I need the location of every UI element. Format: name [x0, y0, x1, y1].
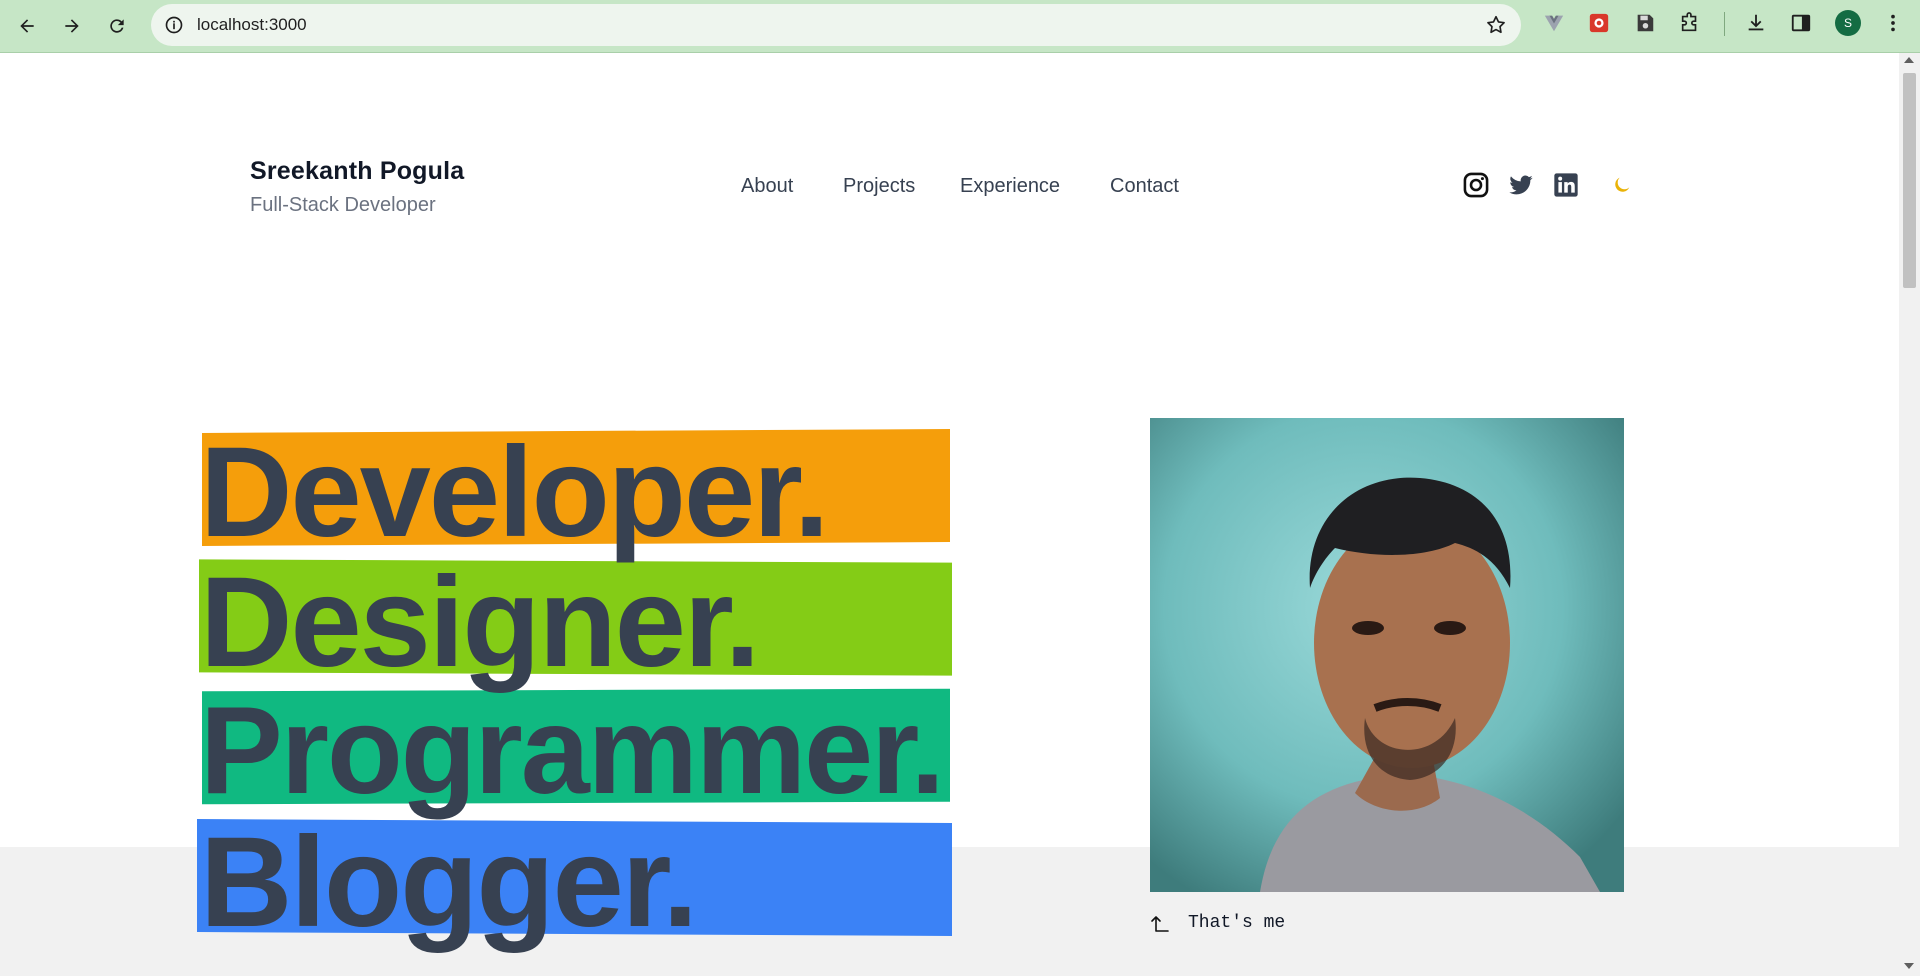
twitter-icon	[1509, 175, 1533, 195]
back-button[interactable]	[9, 8, 45, 44]
forward-icon	[65, 19, 79, 33]
hero-word-programmer: Programmer.	[200, 682, 945, 820]
puzzle-extensions-icon[interactable]	[1677, 10, 1703, 36]
brand-role: Full-Stack Developer	[250, 194, 436, 216]
scroll-down-arrow[interactable]	[1904, 963, 1914, 969]
toolbar-separator	[1724, 12, 1725, 36]
address-bar[interactable]: localhost:3000	[151, 4, 1521, 46]
vue-devtools-icon[interactable]	[1541, 10, 1567, 36]
forward-button[interactable]	[54, 8, 90, 44]
nav-experience[interactable]: Experience	[960, 175, 1060, 198]
hero-word-designer: Designer.	[200, 551, 760, 694]
hero-word-developer: Developer.	[200, 421, 829, 564]
browser-toolbar: localhost:3000 S	[0, 0, 1920, 53]
side-panel-icon[interactable]	[1788, 10, 1814, 36]
caption-text: That's me	[1188, 913, 1286, 933]
instagram-icon	[1463, 172, 1489, 198]
scroll-up-arrow[interactable]	[1904, 57, 1914, 63]
scroll-thumb[interactable]	[1903, 73, 1916, 288]
reload-button[interactable]	[99, 8, 135, 44]
profile-avatar[interactable]: S	[1835, 10, 1861, 36]
nav-projects[interactable]: Projects	[843, 175, 915, 198]
linkedin-icon	[1554, 173, 1578, 197]
save-icon[interactable]	[1632, 10, 1658, 36]
brand-name[interactable]: Sreekanth Pogula	[250, 157, 464, 186]
vertical-scrollbar[interactable]	[1899, 53, 1920, 976]
instagram-link[interactable]	[1462, 171, 1490, 204]
linkedin-link[interactable]	[1552, 171, 1580, 204]
twitter-link[interactable]	[1507, 171, 1535, 204]
photo-caption: That's me	[1150, 913, 1285, 933]
theme-toggle[interactable]	[1611, 174, 1633, 201]
url-text[interactable]: localhost:3000	[197, 15, 307, 35]
site-info-icon[interactable]	[163, 14, 185, 36]
profile-photo	[1150, 418, 1624, 892]
nav-about[interactable]: About	[741, 175, 793, 198]
kebab-menu-icon[interactable]	[1880, 10, 1906, 36]
brand[interactable]: Sreekanth Pogula Full-Stack Developer	[250, 157, 464, 217]
moon-icon	[1615, 177, 1630, 192]
hero-word-blogger: Blogger.	[200, 811, 698, 954]
page-viewport: Sreekanth Pogula Full-Stack Developer Ab…	[0, 53, 1899, 976]
portrait-illustration	[1150, 418, 1624, 892]
nav-contact[interactable]: Contact	[1110, 175, 1179, 198]
reload-icon	[110, 19, 124, 33]
back-icon	[20, 19, 34, 33]
download-icon[interactable]	[1743, 10, 1769, 36]
bookmark-star-icon[interactable]	[1485, 14, 1507, 36]
arrow-up-left-icon	[1151, 916, 1169, 932]
extension-icon[interactable]	[1586, 10, 1612, 36]
